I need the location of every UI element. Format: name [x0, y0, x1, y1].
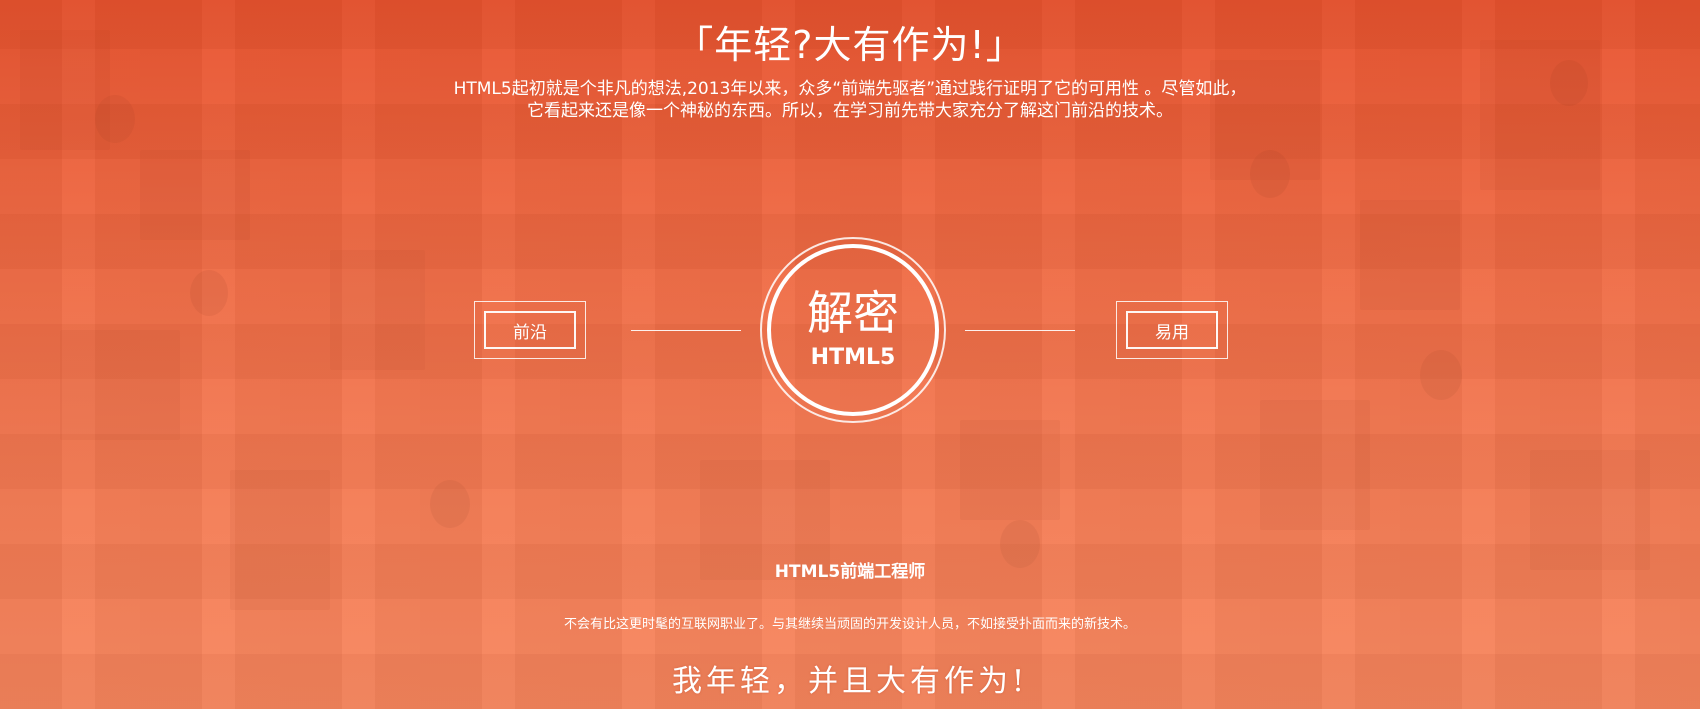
role-title: HTML5前端工程师	[774, 562, 926, 582]
headline: 「年轻?大有作为!」	[675, 23, 1025, 67]
slogan: 我年轻，并且大有作为!	[671, 664, 1029, 699]
intro-text: HTML5起初就是个非凡的想法,2013年以来，众多“前端先驱者”通过践行证明了…	[453, 79, 1247, 121]
connector-line-left	[631, 330, 741, 331]
feature-label-frontier[interactable]: 前沿	[484, 311, 576, 349]
role-description: 不会有比这更时髦的互联网职业了。与其继续当顽固的开发设计人员，不如接受扑面而来的…	[563, 617, 1136, 632]
connector-line-right	[965, 330, 1075, 331]
feature-box-frontier[interactable]: 前沿	[474, 301, 586, 359]
feature-box-easy[interactable]: 易用	[1116, 301, 1228, 359]
badge-subtitle: HTML5	[810, 345, 896, 370]
badge-title: 解密	[807, 286, 899, 340]
hero-section: 「年轻?大有作为!」 HTML5起初就是个非凡的想法,2013年以来，众多“前端…	[0, 0, 1700, 709]
feature-label-easy[interactable]: 易用	[1126, 311, 1218, 349]
decrypt-html5-badge[interactable]: 解密 HTML5	[760, 237, 946, 423]
